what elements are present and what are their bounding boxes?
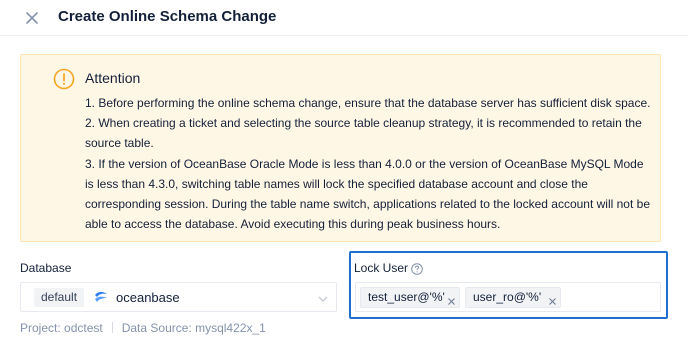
database-meta: Project: odctest Data Source: mysql422x_1 <box>20 320 266 336</box>
tag-label: user_ro@'%' <box>473 290 542 304</box>
attention-notice: Attention 1. Before performing the onlin… <box>20 54 661 242</box>
lock-user-tag: user_ro@'%' <box>465 287 561 308</box>
database-label: Database <box>20 261 72 275</box>
chevron-down-icon <box>317 292 329 304</box>
database-select[interactable]: default oceanbase <box>20 282 337 312</box>
meta-divider <box>111 322 113 333</box>
dialog-header: Create Online Schema Change <box>0 0 688 36</box>
tag-label: test_user@'%' <box>368 290 445 304</box>
data-source-text: Data Source: mysql422x_1 <box>121 321 266 335</box>
notice-line: 2. When creating a ticket and selecting … <box>85 116 642 151</box>
close-icon[interactable] <box>22 8 42 28</box>
lock-user-label: Lock User <box>354 261 409 275</box>
lock-user-select[interactable]: test_user@'%' user_ro@'%' <box>355 282 661 312</box>
dialog-title: Create Online Schema Change <box>58 8 277 25</box>
lock-user-tag: test_user@'%' <box>360 287 460 308</box>
notice-line: 3. If the version of OceanBase Oracle Mo… <box>85 156 650 232</box>
notice-body: 1. Before performing the online schema c… <box>85 93 651 234</box>
database-value: oceanbase <box>116 290 180 305</box>
environment-tag: default <box>34 288 85 307</box>
notice-line: 1. Before performing the online schema c… <box>85 96 651 110</box>
notice-title: Attention <box>85 70 141 86</box>
close-icon[interactable] <box>447 293 456 305</box>
warning-circle-icon <box>53 68 75 90</box>
project-text: Project: odctest <box>20 321 103 335</box>
oceanbase-icon <box>94 290 108 304</box>
question-circle-icon[interactable] <box>411 262 423 275</box>
close-icon[interactable] <box>548 293 557 305</box>
